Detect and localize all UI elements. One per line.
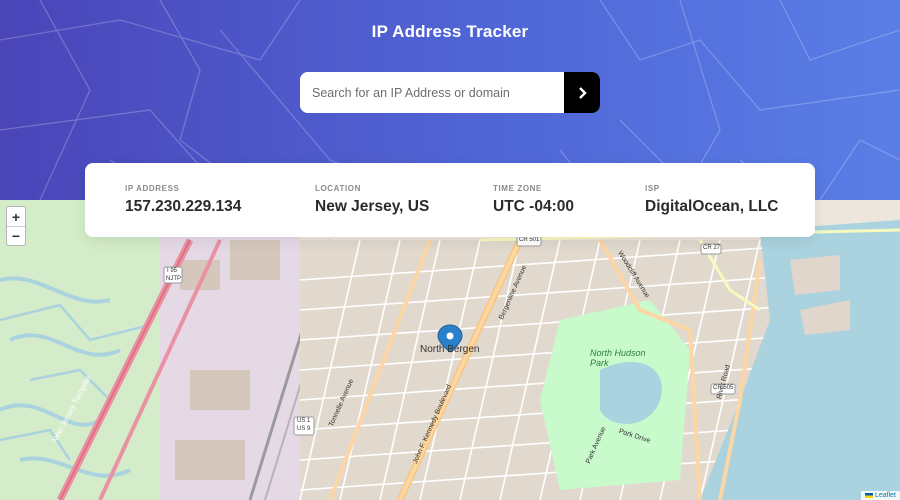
isp-value: DigitalOcean, LLC (645, 198, 779, 215)
route-njtp: NJTP (166, 276, 181, 282)
route-cr501: CR 501 (519, 237, 540, 243)
isp-section: ISP DigitalOcean, LLC (645, 184, 779, 216)
chevron-right-icon (578, 86, 587, 99)
ip-address-label: IP ADDRESS (125, 184, 180, 193)
ip-info-card: IP ADDRESS 157.230.229.134 LOCATION New … (85, 163, 815, 237)
zoom-out-button[interactable]: − (7, 226, 25, 245)
route-cr27: CR 27 (703, 245, 721, 251)
timezone-value: UTC -04:00 (493, 198, 574, 215)
page-title: IP Address Tracker (371, 22, 529, 41)
leaflet-link[interactable]: Leaflet (875, 492, 896, 499)
route-i95: I 95 (167, 268, 178, 274)
search-input[interactable] (300, 72, 564, 113)
map-view[interactable]: North Bergen North Hudson Park New Jerse… (0, 200, 900, 500)
route-us9: US 9 (297, 426, 311, 432)
isp-label: ISP (645, 184, 660, 193)
ip-address-value: 157.230.229.134 (125, 198, 242, 215)
ukraine-flag-icon (864, 493, 873, 498)
zoom-in-button[interactable]: + (7, 207, 25, 226)
zoom-control: + − (6, 206, 26, 246)
route-us1: US 1 (297, 418, 311, 424)
ip-address-section: IP ADDRESS 157.230.229.134 (125, 184, 241, 216)
park-label: North Hudson Park (590, 348, 646, 368)
search-button[interactable] (564, 72, 600, 113)
city-label: North Bergen (420, 344, 480, 355)
location-label: LOCATION (315, 184, 361, 193)
timezone-section: TIME ZONE UTC -04:00 (493, 184, 574, 216)
location-section: LOCATION New Jersey, US (315, 184, 429, 216)
location-value: New Jersey, US (315, 198, 430, 215)
search-bar (300, 72, 600, 113)
map-attribution[interactable]: Leaflet (860, 491, 900, 500)
timezone-label: TIME ZONE (493, 184, 542, 193)
